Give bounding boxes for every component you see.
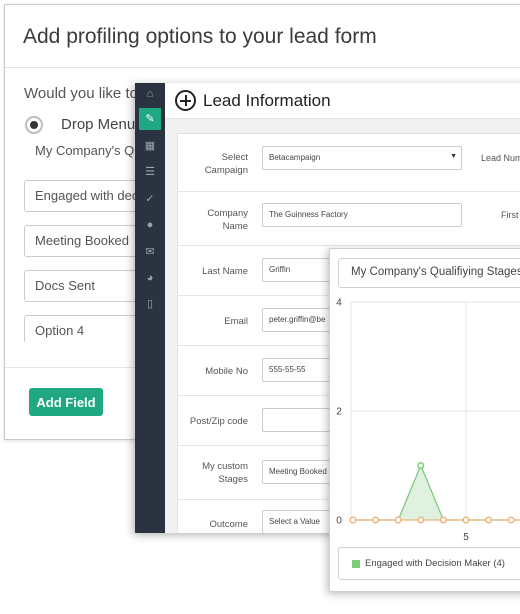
legend-swatch [352,560,360,568]
window-header: Lead Information [165,83,520,119]
outcome-label: Outcome [209,519,248,530]
campaign-select-value: Betacampaign [269,153,321,162]
company-input[interactable]: The Guinness Factory [262,203,462,227]
form-row-campaign: Select Campaign Betacampaign ▼ Lead Num [178,134,520,192]
x-tick-label: 5 [463,532,469,543]
lead-number-label: Lead Num [481,153,520,163]
wrench-icon[interactable]: ✓ [139,188,161,210]
baseline-point [439,516,447,524]
series-point [417,461,425,470]
company-label: Company Name [207,208,248,232]
email-label: Email [224,316,248,327]
mobile-label: Mobile No [205,366,248,377]
plus-circle-icon[interactable] [175,90,196,111]
home-icon[interactable]: ⌂ [139,83,161,105]
field-name-label: My Company's Qu [35,143,142,158]
edit-icon[interactable]: ✎ [139,108,161,130]
y-tick-label: 4 [336,298,342,309]
drop-menu-radio[interactable] [25,116,43,134]
window-title: Lead Information [203,91,331,110]
first-name-label: First [501,210,519,220]
custom-stages-label: My custom Stages [202,461,248,485]
calendar-icon[interactable]: ▦ [139,135,161,157]
list-icon[interactable]: ☰ [139,161,161,183]
baseline-point [349,516,357,524]
y-tick-label: 2 [336,407,342,418]
dashboard-icon[interactable]: ◕ [139,267,161,289]
baseline-point [372,516,380,524]
baseline-point [462,516,470,524]
series-area [353,465,520,520]
baseline-point [394,516,402,524]
divider [5,67,520,68]
qualifying-stages-chart: 0 2 4 5 [336,298,520,543]
campaign-select[interactable]: Betacampaign ▼ [262,146,462,170]
sidebar: ⌂ ✎ ▦ ☰ ✓ ● ✉ ◕ ▯ [135,83,165,533]
campaign-label: Select Campaign [204,152,248,176]
legend-label[interactable]: Engaged with Decision Maker (4) [365,558,505,569]
chart-legend: Engaged with Decision Maker (4) [338,547,520,580]
users-icon[interactable]: ● [139,214,161,236]
dialog-title: Add profiling options to your lead form [23,25,377,48]
chevron-down-icon: ▼ [450,153,457,160]
form-row-company: Company Name The Guinness Factory First [178,192,520,246]
baseline-point [417,516,425,524]
y-tick-label: 0 [336,516,342,527]
dialog-question: Would you like to [24,85,138,102]
baseline-point [507,516,515,524]
postcode-label: Post/Zip code [189,416,248,427]
last-name-label: Last Name [202,266,248,277]
book-icon[interactable]: ▯ [139,293,161,315]
mail-icon[interactable]: ✉ [139,241,161,263]
add-field-button[interactable]: Add Field [29,388,103,416]
drop-menu-radio-label: Drop Menu [61,116,136,133]
baseline-point [485,516,493,524]
qualifying-stages-chart-window: My Company's Qualifiying Stages 0245 Eng… [329,248,520,592]
